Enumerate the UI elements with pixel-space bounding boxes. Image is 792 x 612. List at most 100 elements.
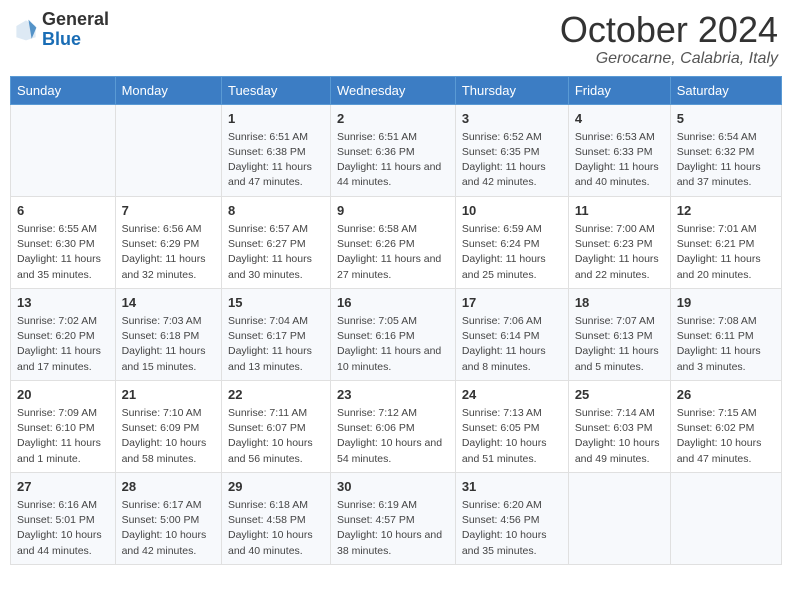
day-content: Sunrise: 6:54 AM Sunset: 6:32 PM Dayligh…: [677, 130, 775, 191]
col-wednesday: Wednesday: [330, 76, 455, 104]
page-header: General Blue October 2024 Gerocarne, Cal…: [10, 10, 782, 68]
table-row: [670, 472, 781, 564]
calendar-week-row: 13Sunrise: 7:02 AM Sunset: 6:20 PM Dayli…: [11, 288, 782, 380]
month-title: October 2024: [560, 10, 778, 50]
day-content: Sunrise: 6:20 AM Sunset: 4:56 PM Dayligh…: [462, 498, 562, 559]
table-row: [115, 104, 221, 196]
day-number: 21: [122, 386, 215, 404]
table-row: 22 Sunrise: 7:11 AM Sunset: 6:07 PM Dayli…: [221, 380, 330, 472]
day-number: 19: [677, 294, 775, 312]
table-row: 21 Sunrise: 7:10 AM Sunset: 6:09 PM Dayli…: [115, 380, 221, 472]
day-content: Sunrise: 7:05 AM Sunset: 6:16 PM Dayligh…: [337, 314, 449, 375]
calendar-week-row: 20 Sunrise: 7:09 AM Sunset: 6:10 PM Dayli…: [11, 380, 782, 472]
day-content: Sunrise: 7:11 AM Sunset: 6:07 PM Dayligh…: [228, 406, 324, 467]
table-row: 16 Sunrise: 7:05 AM Sunset: 6:16 PM Dayli…: [330, 288, 455, 380]
day-number: 12: [677, 202, 775, 220]
calendar-week-row: 27Sunrise: 6:16 AM Sunset: 5:01 PM Dayli…: [11, 472, 782, 564]
table-row: 8 Sunrise: 6:57 AM Sunset: 6:27 PM Daylig…: [221, 196, 330, 288]
table-row: 24 Sunrise: 7:13 AM Sunset: 6:05 PM Dayli…: [455, 380, 568, 472]
table-row: 2 Sunrise: 6:51 AM Sunset: 6:36 PM Daylig…: [330, 104, 455, 196]
day-number: 11: [575, 202, 664, 220]
table-row: 26 Sunrise: 7:15 AM Sunset: 6:02 PM Dayli…: [670, 380, 781, 472]
day-number: 29: [228, 478, 324, 496]
table-row: 31 Sunrise: 6:20 AM Sunset: 4:56 PM Dayli…: [455, 472, 568, 564]
calendar-table: Sunday Monday Tuesday Wednesday Thursday…: [10, 76, 782, 565]
day-content: Sunrise: 7:01 AM Sunset: 6:21 PM Dayligh…: [677, 222, 775, 283]
day-number: 24: [462, 386, 562, 404]
table-row: 27Sunrise: 6:16 AM Sunset: 5:01 PM Dayli…: [11, 472, 116, 564]
day-number: 8: [228, 202, 324, 220]
day-number: 15: [228, 294, 324, 312]
col-sunday: Sunday: [11, 76, 116, 104]
calendar-header-row: Sunday Monday Tuesday Wednesday Thursday…: [11, 76, 782, 104]
table-row: 13Sunrise: 7:02 AM Sunset: 6:20 PM Dayli…: [11, 288, 116, 380]
col-tuesday: Tuesday: [221, 76, 330, 104]
col-thursday: Thursday: [455, 76, 568, 104]
day-number: 7: [122, 202, 215, 220]
day-number: 6: [17, 202, 109, 220]
day-number: 31: [462, 478, 562, 496]
day-number: 26: [677, 386, 775, 404]
col-monday: Monday: [115, 76, 221, 104]
day-content: Sunrise: 7:10 AM Sunset: 6:09 PM Dayligh…: [122, 406, 215, 467]
logo-text: General Blue: [42, 10, 109, 50]
day-number: 5: [677, 110, 775, 128]
day-content: Sunrise: 6:55 AM Sunset: 6:30 PM Dayligh…: [17, 222, 109, 283]
table-row: 18Sunrise: 7:07 AM Sunset: 6:13 PM Dayli…: [568, 288, 670, 380]
day-number: 1: [228, 110, 324, 128]
day-content: Sunrise: 7:04 AM Sunset: 6:17 PM Dayligh…: [228, 314, 324, 375]
day-content: Sunrise: 6:17 AM Sunset: 5:00 PM Dayligh…: [122, 498, 215, 559]
day-content: Sunrise: 7:07 AM Sunset: 6:13 PM Dayligh…: [575, 314, 664, 375]
day-content: Sunrise: 7:09 AM Sunset: 6:10 PM Dayligh…: [17, 406, 109, 467]
day-number: 17: [462, 294, 562, 312]
table-row: 5 Sunrise: 6:54 AM Sunset: 6:32 PM Daylig…: [670, 104, 781, 196]
day-number: 10: [462, 202, 562, 220]
calendar-week-row: 1 Sunrise: 6:51 AM Sunset: 6:38 PM Daylig…: [11, 104, 782, 196]
table-row: 25 Sunrise: 7:14 AM Sunset: 6:03 PM Dayli…: [568, 380, 670, 472]
location: Gerocarne, Calabria, Italy: [560, 50, 778, 68]
day-number: 30: [337, 478, 449, 496]
day-content: Sunrise: 7:06 AM Sunset: 6:14 PM Dayligh…: [462, 314, 562, 375]
day-content: Sunrise: 6:51 AM Sunset: 6:38 PM Dayligh…: [228, 130, 324, 191]
day-number: 20: [17, 386, 109, 404]
day-content: Sunrise: 6:56 AM Sunset: 6:29 PM Dayligh…: [122, 222, 215, 283]
table-row: 28 Sunrise: 6:17 AM Sunset: 5:00 PM Dayli…: [115, 472, 221, 564]
day-content: Sunrise: 7:02 AM Sunset: 6:20 PM Dayligh…: [17, 314, 109, 375]
table-row: 11 Sunrise: 7:00 AM Sunset: 6:23 PM Dayli…: [568, 196, 670, 288]
day-number: 22: [228, 386, 324, 404]
table-row: 6 Sunrise: 6:55 AM Sunset: 6:30 PM Daylig…: [11, 196, 116, 288]
day-content: Sunrise: 7:12 AM Sunset: 6:06 PM Dayligh…: [337, 406, 449, 467]
table-row: 12 Sunrise: 7:01 AM Sunset: 6:21 PM Dayli…: [670, 196, 781, 288]
table-row: 19Sunrise: 7:08 AM Sunset: 6:11 PM Dayli…: [670, 288, 781, 380]
day-content: Sunrise: 6:51 AM Sunset: 6:36 PM Dayligh…: [337, 130, 449, 191]
day-content: Sunrise: 6:59 AM Sunset: 6:24 PM Dayligh…: [462, 222, 562, 283]
col-saturday: Saturday: [670, 76, 781, 104]
table-row: 14 Sunrise: 7:03 AM Sunset: 6:18 PM Dayli…: [115, 288, 221, 380]
table-row: 1 Sunrise: 6:51 AM Sunset: 6:38 PM Daylig…: [221, 104, 330, 196]
table-row: 4Sunrise: 6:53 AM Sunset: 6:33 PM Daylig…: [568, 104, 670, 196]
day-content: Sunrise: 7:15 AM Sunset: 6:02 PM Dayligh…: [677, 406, 775, 467]
day-content: Sunrise: 7:13 AM Sunset: 6:05 PM Dayligh…: [462, 406, 562, 467]
generalblue-logo-icon: [14, 18, 38, 42]
day-content: Sunrise: 7:14 AM Sunset: 6:03 PM Dayligh…: [575, 406, 664, 467]
table-row: [11, 104, 116, 196]
day-number: 27: [17, 478, 109, 496]
calendar-week-row: 6 Sunrise: 6:55 AM Sunset: 6:30 PM Daylig…: [11, 196, 782, 288]
day-number: 14: [122, 294, 215, 312]
table-row: 23Sunrise: 7:12 AM Sunset: 6:06 PM Dayli…: [330, 380, 455, 472]
day-number: 16: [337, 294, 449, 312]
table-row: 10 Sunrise: 6:59 AM Sunset: 6:24 PM Dayli…: [455, 196, 568, 288]
day-content: Sunrise: 7:03 AM Sunset: 6:18 PM Dayligh…: [122, 314, 215, 375]
day-number: 2: [337, 110, 449, 128]
table-row: 29 Sunrise: 6:18 AM Sunset: 4:58 PM Dayli…: [221, 472, 330, 564]
day-number: 3: [462, 110, 562, 128]
day-number: 25: [575, 386, 664, 404]
day-content: Sunrise: 6:57 AM Sunset: 6:27 PM Dayligh…: [228, 222, 324, 283]
day-content: Sunrise: 6:18 AM Sunset: 4:58 PM Dayligh…: [228, 498, 324, 559]
title-section: October 2024 Gerocarne, Calabria, Italy: [560, 10, 778, 68]
day-content: Sunrise: 7:00 AM Sunset: 6:23 PM Dayligh…: [575, 222, 664, 283]
day-content: Sunrise: 6:58 AM Sunset: 6:26 PM Dayligh…: [337, 222, 449, 283]
day-content: Sunrise: 6:19 AM Sunset: 4:57 PM Dayligh…: [337, 498, 449, 559]
day-number: 28: [122, 478, 215, 496]
day-number: 4: [575, 110, 664, 128]
